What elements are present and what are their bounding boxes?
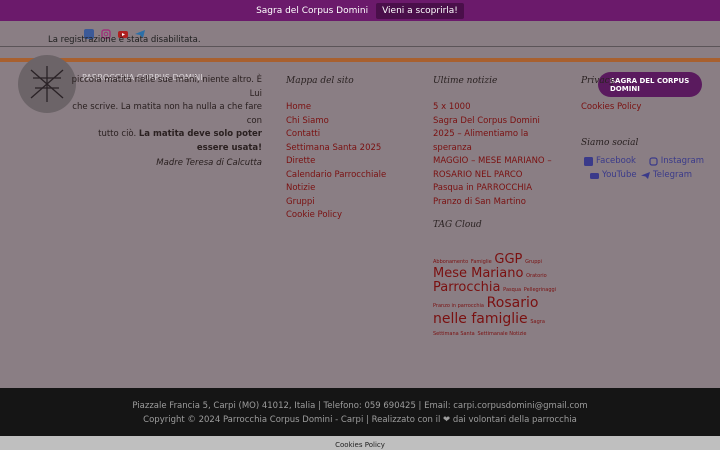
news-link[interactable]: Sagra Del Corpus Domini 2025 – Alimentia… — [433, 115, 563, 156]
youtube-icon — [590, 172, 599, 179]
tag-link[interactable]: Famiglie — [471, 259, 492, 265]
site-footer: Piazzale Francia 5, Carpi (MO) 41012, It… — [0, 388, 720, 436]
quote-block: piccola matita nelle sue mani, niente al… — [66, 74, 262, 171]
sitemap-link-contatti[interactable]: Contatti — [286, 128, 386, 142]
announcement-text: Sagra del Corpus Domini — [256, 5, 369, 16]
tag-link[interactable]: Sagra — [530, 319, 545, 325]
tag-link[interactable]: Settimanale Notizie — [477, 331, 526, 337]
sitemap-heading: Mappa del sito — [286, 76, 354, 86]
social-label: Facebook — [596, 156, 636, 166]
social-link-youtube[interactable]: YouTube — [590, 170, 637, 180]
footer-contacts: Piazzale Francia 5, Carpi (MO) 41012, It… — [132, 401, 588, 411]
tag-link[interactable]: Pasqua — [503, 287, 521, 293]
social-label: Instagram — [660, 156, 704, 166]
sitemap-links: Home Chi Siamo Contatti Settimana Santa … — [286, 101, 386, 223]
tag-link[interactable]: Pranzo in parrocchia — [433, 303, 484, 309]
tag-link[interactable]: Abbonamento — [433, 259, 468, 265]
quote-line: piccola matita nelle sue mani, niente al… — [71, 75, 262, 99]
quote-prefix: tutto ciò. — [98, 129, 137, 139]
sitemap-link-gruppi[interactable]: Gruppi — [286, 196, 386, 210]
bottom-bar: Cookies Policy — [0, 436, 720, 450]
news-heading: Ultime notizie — [433, 76, 498, 86]
social-label: Telegram — [653, 170, 692, 180]
sitemap-link-cookie-policy[interactable]: Cookie Policy — [286, 209, 386, 223]
tag-link[interactable]: Oratorio — [526, 273, 547, 279]
quote-line: tutto ciò. La matita deve solo poter ess… — [66, 128, 262, 155]
quote-emphasis: La matita deve solo poter essere usata! — [138, 129, 262, 153]
tag-link[interactable]: Parrocchia — [433, 280, 500, 295]
sitemap-link-home[interactable]: Home — [286, 101, 386, 115]
tagcloud-heading: TAG Cloud — [433, 220, 482, 230]
tag-link[interactable]: GGP — [494, 252, 522, 267]
announcement-bar: Sagra del Corpus Domini Vieni a scoprirl… — [0, 0, 720, 21]
bottom-cookies-link[interactable]: Cookies Policy — [335, 441, 385, 449]
quote-author: Madre Teresa di Calcutta — [156, 158, 262, 168]
tag-cloud: Abbonamento Famiglie GGP Gruppi Mese Mar… — [433, 252, 563, 340]
tag-link[interactable]: Gruppi — [525, 259, 542, 265]
news-link[interactable]: 5 x 1000 — [433, 101, 563, 115]
divider — [0, 46, 720, 47]
social-heading: Siamo social — [581, 138, 639, 148]
sitemap-link-chi-siamo[interactable]: Chi Siamo — [286, 115, 386, 129]
sitemap-link-calendario[interactable]: Calendario Parrocchiale — [286, 169, 386, 183]
social-link-telegram[interactable]: Telegram — [641, 170, 692, 180]
instagram-icon — [649, 156, 658, 166]
facebook-icon — [584, 156, 593, 166]
privacy-cookies-link[interactable]: Cookies Policy — [581, 101, 641, 115]
social-links: Facebook Instagram YouTube Telegram — [584, 156, 704, 184]
sitemap-link-settimana-santa[interactable]: Settimana Santa 2025 — [286, 142, 386, 156]
header-sagra-label-2: DOMINI — [610, 85, 640, 93]
announcement-cta-button[interactable]: Vieni a scoprirla! — [376, 2, 464, 19]
tag-link[interactable]: Pellegrinaggi — [524, 287, 556, 293]
news-links: 5 x 1000 Sagra Del Corpus Domini 2025 – … — [433, 101, 563, 209]
news-link[interactable]: Pranzo di San Martino — [433, 196, 563, 210]
quote-line: che scrive. La matita non ha nulla a che… — [72, 102, 262, 126]
tag-link[interactable]: Settimana Santa — [433, 331, 475, 337]
sitemap-link-notizie[interactable]: Notizie — [286, 182, 386, 196]
telegram-icon — [641, 171, 651, 179]
privacy-heading: Privacy — [581, 76, 615, 86]
registration-notice: La registrazione è stata disabilitata. — [48, 35, 201, 45]
sitemap-link-dirette[interactable]: Dirette — [286, 155, 386, 169]
privacy-links: Cookies Policy — [581, 101, 641, 115]
news-link[interactable]: Pasqua in PARROCCHIA — [433, 182, 563, 196]
header-sagra-label-1: SAGRA DEL CORPUS — [610, 77, 690, 85]
accent-bar — [0, 58, 720, 62]
tag-link[interactable]: Rosario nelle famiglie — [433, 295, 538, 327]
news-link[interactable]: MAGGIO – MESE MARIANO – ROSARIO NEL PARC… — [433, 155, 563, 182]
social-link-facebook[interactable]: Facebook — [584, 156, 636, 166]
social-link-instagram[interactable]: Instagram — [649, 156, 704, 166]
tag-link[interactable]: Mese Mariano — [433, 266, 523, 281]
footer-copyright: Copyright © 2024 Parrocchia Corpus Domin… — [143, 415, 577, 425]
social-label: YouTube — [602, 170, 637, 180]
logo-icon — [30, 66, 64, 102]
